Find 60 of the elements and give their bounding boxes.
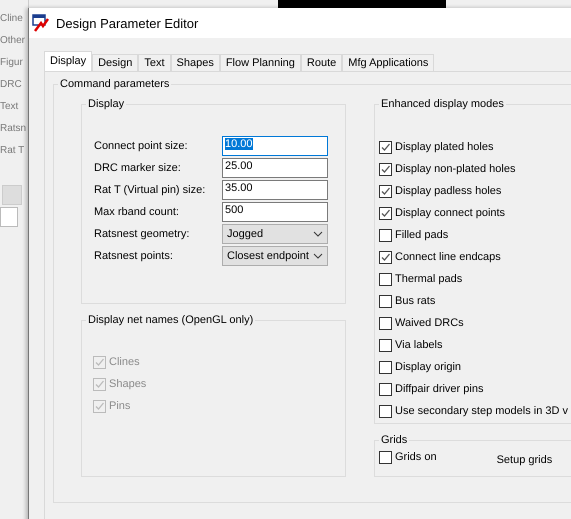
field-label: Connect point size: [94,140,189,152]
field-label: Max rband count: [94,206,180,218]
tab[interactable]: Design [92,54,138,71]
checkbox[interactable]: Waived DRCs [379,315,571,331]
checkbox[interactable]: Display plated holes [379,139,571,155]
list-item[interactable]: Cline [0,8,23,30]
input-field[interactable]: 25.00 [222,158,328,178]
field-label: Ratsnest points: [94,250,174,262]
chevron-icon [313,231,323,237]
checkbox[interactable]: Use secondary step models in 3D v [379,403,571,419]
group-title: Display net names (OpenGL only) [87,314,254,326]
list-item[interactable]: Text [0,96,18,118]
app-icon [32,14,50,32]
dropdown[interactable]: Closest endpoint [222,246,328,266]
tab[interactable]: Route [300,54,342,71]
dropdown[interactable] [2,185,22,205]
input-field[interactable]: 500 [222,202,328,222]
checkbox[interactable]: Connect line endcaps [379,249,571,265]
checkbox[interactable]: Display origin [379,359,571,375]
dropdown[interactable]: Jogged [222,224,328,244]
checkbox[interactable]: Display non-plated holes [379,161,571,177]
checkbox[interactable]: Display connect points [379,205,571,221]
list-item[interactable]: Ratsn [0,118,26,140]
list-item[interactable]: Other [0,30,26,52]
checkbox[interactable]: Display padless holes [379,183,571,199]
group-title: Grids [380,434,408,446]
checkbox[interactable]: Filled pads [379,227,571,243]
checkmark-icon [380,142,391,152]
checkbox[interactable]: Thermal pads [379,271,571,287]
input-field[interactable]: 35.00 [222,180,328,200]
tab[interactable]: Shapes [170,54,220,71]
chevron-icon [313,253,323,259]
field-label: DRC marker size: [94,162,182,174]
checkbox[interactable]: Via labels [379,337,571,353]
checkbox[interactable]: Grids on [379,449,437,465]
window-title: Design Parameter Editor [56,16,198,30]
tab[interactable]: Mfg Applications [342,54,434,71]
group-title: Command parameters [59,78,170,90]
tab[interactable]: Flow Planning [220,54,301,71]
list-item[interactable]: DRC [0,74,22,96]
tab[interactable]: Display [44,51,92,71]
checkmark-icon [94,356,105,368]
checkmark-icon [380,208,391,218]
field-label: Rat T (Virtual pin) size: [94,184,206,196]
field-label: Ratsnest geometry: [94,228,190,240]
group-title: Display [87,98,126,110]
group-title: Enhanced display modes [380,98,505,110]
tab[interactable]: Text [138,54,171,71]
checkmark-icon [380,252,391,262]
checkbox[interactable]: Bus rats [379,293,571,309]
list-item[interactable]: Rat T [0,140,24,162]
input-field[interactable]: 10.00 [222,136,328,156]
checkmark-icon [94,400,105,412]
setup-grids-button[interactable]: Setup grids [496,454,552,466]
checkbox[interactable]: Diffpair driver pins [379,381,571,397]
checkmark-icon [380,164,391,174]
checkmark-icon [380,186,391,196]
list-item[interactable]: Figur [0,52,23,74]
input-field[interactable] [0,207,18,227]
checkmark-icon [94,378,105,390]
